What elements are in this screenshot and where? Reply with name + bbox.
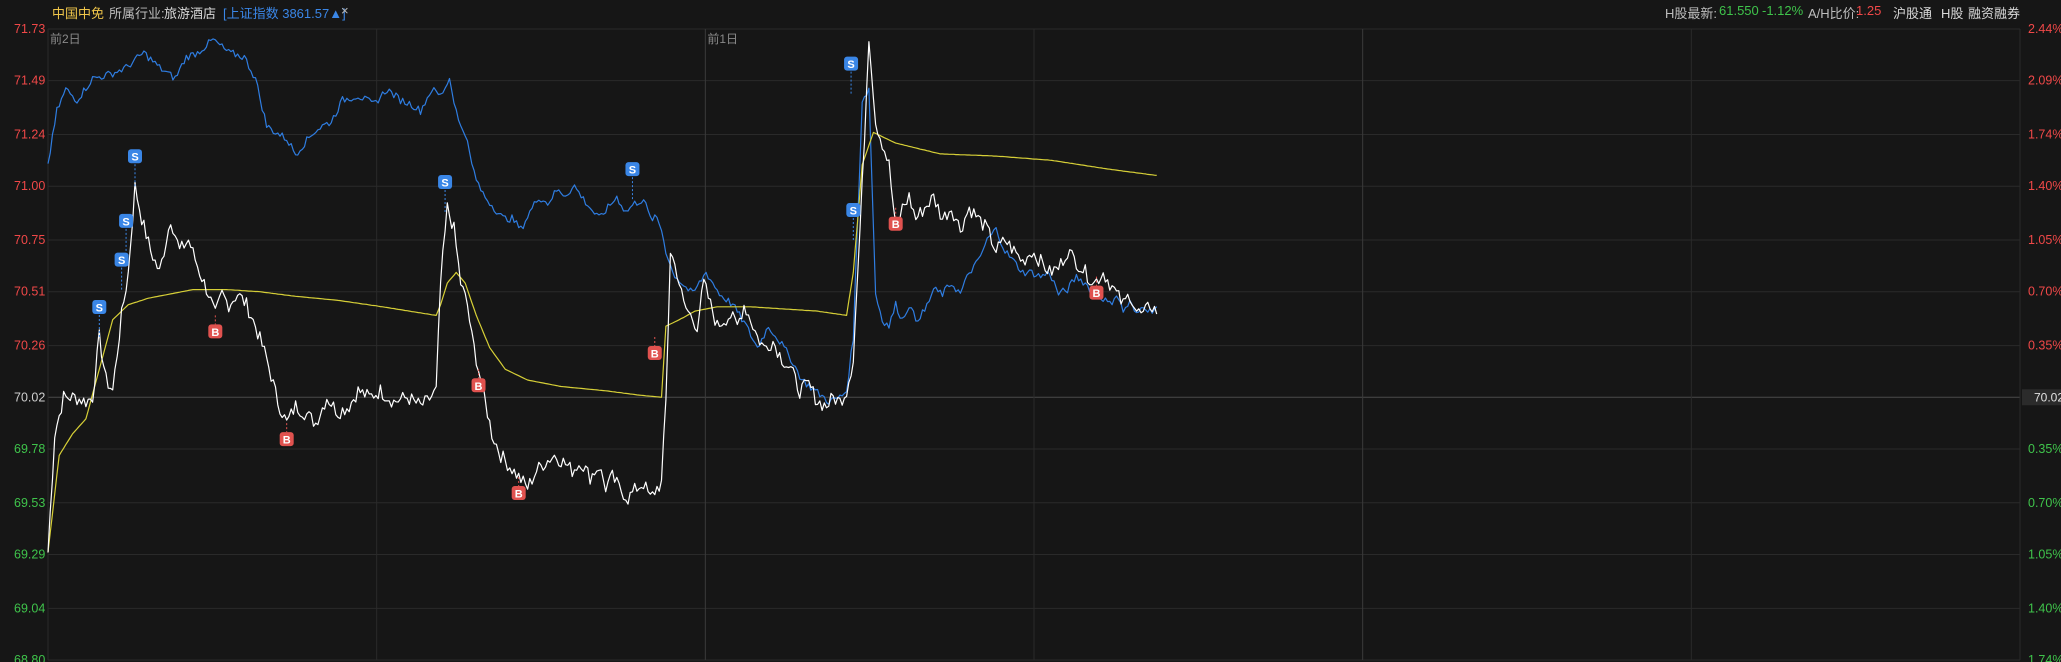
y-tick-right: 0.35% (2028, 442, 2061, 456)
y-tick-right: 2.44% (2028, 22, 2061, 36)
y-tick-left: 70.51 (14, 285, 45, 299)
marker-label: B (892, 219, 900, 231)
marker-label: S (629, 165, 636, 177)
y-tick-right: 2.09% (2028, 74, 2061, 88)
y-tick-right: 0.70% (2028, 496, 2061, 510)
marker-label: B (515, 488, 523, 500)
y-tick-left: 69.78 (14, 442, 45, 456)
marker-label: B (283, 435, 291, 447)
marker-label: B (211, 327, 219, 339)
prev-close-label: 70.02 (2034, 390, 2061, 404)
marker-label: S (850, 206, 857, 218)
marker-label: B (651, 348, 659, 360)
y-tick-left: 69.04 (14, 601, 45, 615)
marker-label: S (118, 255, 125, 267)
y-tick-right: 1.40% (2028, 179, 2061, 193)
y-tick-right: 1.40% (2028, 601, 2061, 615)
marker-label: S (847, 59, 854, 71)
intraday-chart[interactable]: 前2日 前1日 71.73 2.44% 71.49 2.09% 71.24 1.74% 71.0… (0, 0, 2061, 662)
y-tick-left: 70.02 (14, 390, 45, 404)
y-tick-left: 71.24 (14, 128, 45, 142)
marker-label: B (1092, 288, 1100, 300)
marker-label: B (475, 381, 483, 393)
y-tick-right: 0.70% (2028, 285, 2061, 299)
marker-label: S (131, 152, 138, 164)
y-tick-left: 68.80 (14, 653, 45, 662)
series-line-price (47, 41, 1158, 553)
day-label: 前2日 (50, 31, 81, 46)
y-tick-right: 0.35% (2028, 339, 2061, 353)
y-tick-right: 1.74% (2028, 128, 2061, 142)
y-tick-left: 71.00 (14, 179, 45, 193)
y-tick-right: 1.05% (2028, 547, 2061, 561)
y-tick-left: 71.73 (14, 22, 45, 36)
marker-label: S (441, 178, 448, 190)
y-tick-left: 70.26 (14, 339, 45, 353)
y-tick-left: 69.29 (14, 547, 45, 561)
day-label: 前1日 (707, 31, 738, 46)
y-tick-left: 70.75 (14, 233, 45, 247)
marker-label: S (122, 216, 129, 228)
series-line-average (47, 131, 1157, 553)
marker-label: S (96, 302, 103, 314)
y-tick-left: 69.53 (14, 496, 45, 510)
y-tick-right: 1.05% (2028, 233, 2061, 247)
series-line-index (47, 38, 1158, 405)
y-tick-left: 71.49 (14, 74, 45, 88)
y-tick-right: 1.74% (2028, 653, 2061, 662)
